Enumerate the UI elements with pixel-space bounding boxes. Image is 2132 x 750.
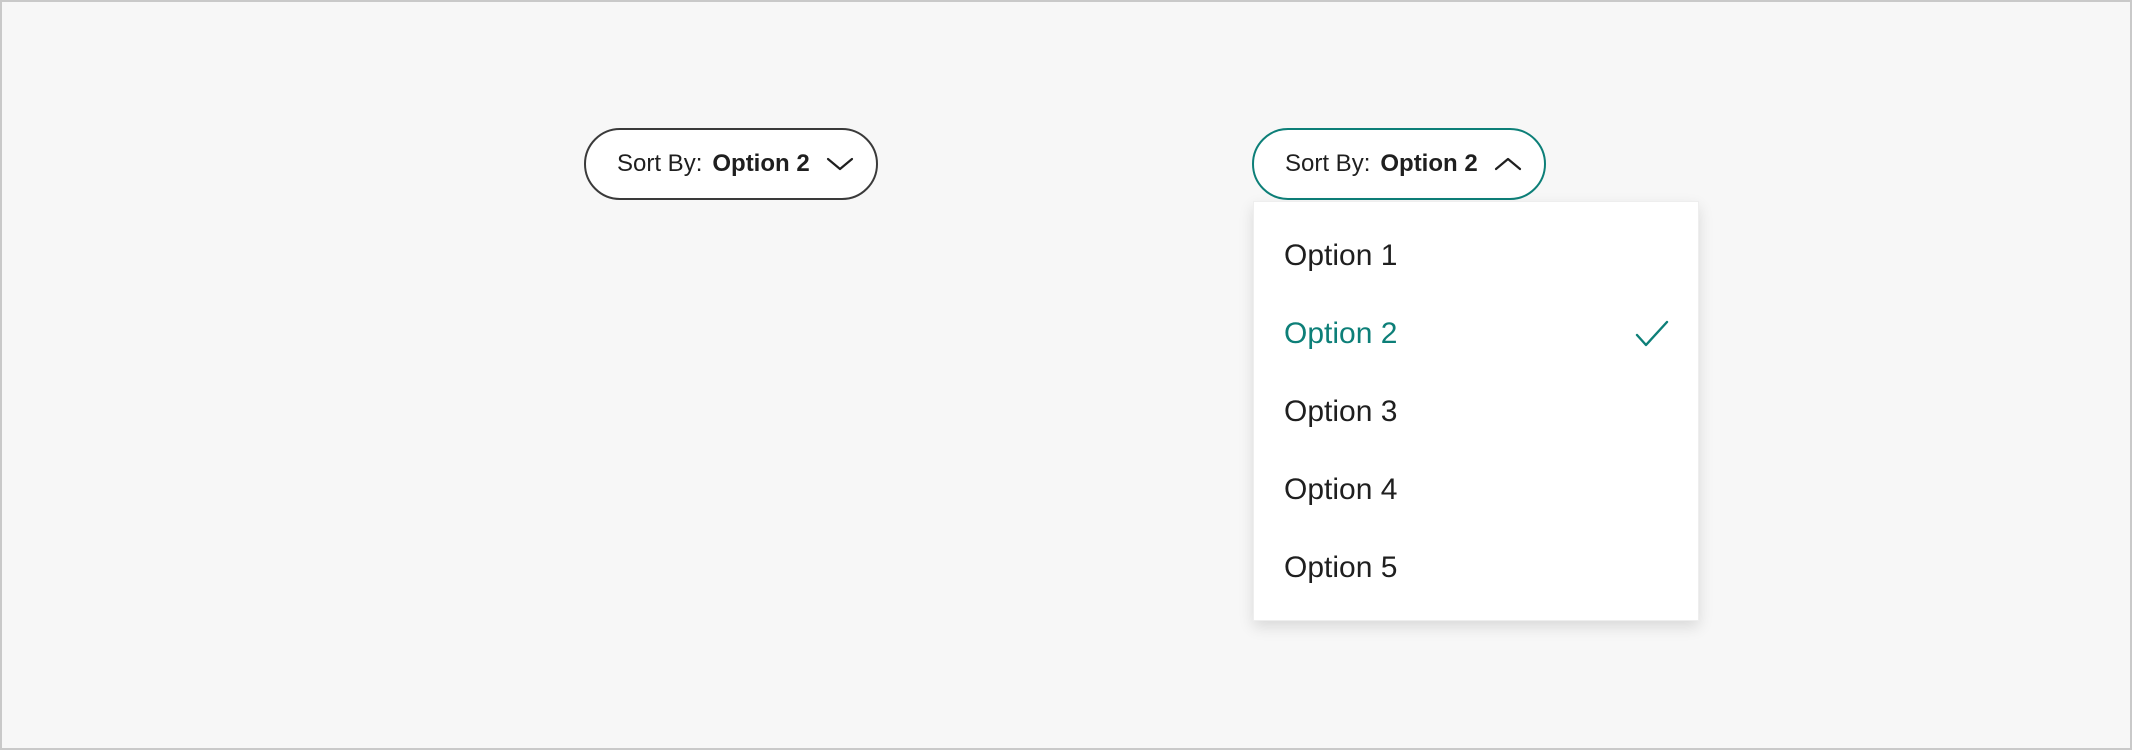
option-label: Option 1 xyxy=(1284,239,1398,272)
chevron-down-icon xyxy=(826,156,854,172)
option-label: Option 4 xyxy=(1284,473,1398,506)
sort-by-value: Option 2 xyxy=(712,150,810,177)
option-label: Option 2 xyxy=(1284,317,1398,350)
sort-option-5[interactable]: Option 5 xyxy=(1284,538,1670,598)
sort-option-2[interactable]: Option 2 xyxy=(1284,304,1670,364)
sort-by-label: Sort By: xyxy=(1285,150,1371,177)
sort-option-3[interactable]: Option 3 xyxy=(1284,382,1670,442)
option-label: Option 3 xyxy=(1284,395,1398,428)
sort-by-label: Sort By: xyxy=(617,150,703,177)
sort-option-4[interactable]: Option 4 xyxy=(1284,460,1670,520)
checkmark-icon xyxy=(1634,318,1670,350)
sort-by-value: Option 2 xyxy=(1380,150,1478,177)
sort-by-dropdown-open[interactable]: Sort By: Option 2 xyxy=(1252,128,1546,200)
canvas-frame xyxy=(0,0,2132,750)
sort-option-1[interactable]: Option 1 xyxy=(1284,226,1670,286)
sort-by-dropdown-closed[interactable]: Sort By: Option 2 xyxy=(584,128,878,200)
sort-options-menu: Option 1 Option 2 Option 3 Option 4 Opti… xyxy=(1253,201,1699,621)
option-label: Option 5 xyxy=(1284,551,1398,584)
chevron-up-icon xyxy=(1494,156,1522,172)
